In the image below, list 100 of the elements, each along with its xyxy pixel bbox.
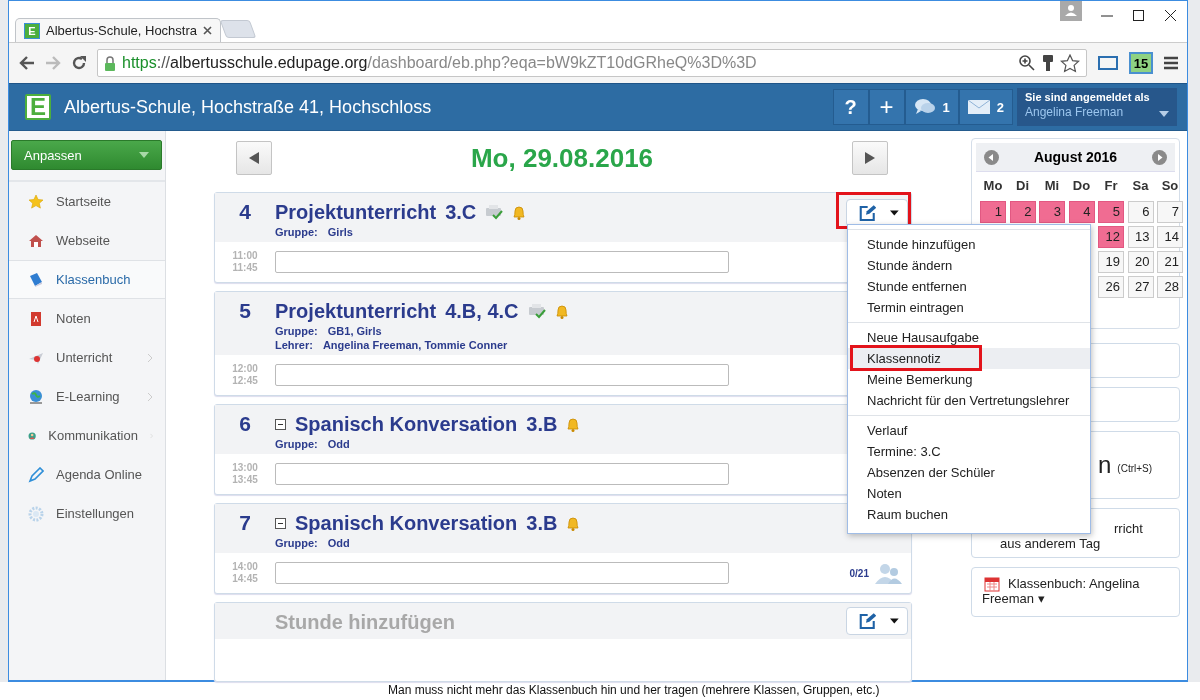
lesson-subject: Projektunterricht xyxy=(275,299,437,324)
collapse-icon[interactable] xyxy=(275,517,286,529)
menu-item[interactable]: Stunde hinzufügen xyxy=(848,234,1090,255)
edit-button[interactable] xyxy=(846,607,908,635)
calendar-day[interactable]: 19 xyxy=(1098,251,1124,273)
lesson-subject: Spanisch Konversation xyxy=(295,412,518,437)
menu-item[interactable]: Noten xyxy=(848,483,1090,504)
close-icon[interactable] xyxy=(203,26,212,35)
collapse-icon[interactable] xyxy=(275,418,286,430)
next-month-icon[interactable] xyxy=(1152,149,1167,165)
reload-icon[interactable] xyxy=(71,55,87,71)
menu-icon[interactable] xyxy=(1163,56,1179,70)
class-name: 3.C xyxy=(445,200,477,225)
mail-button[interactable]: 2 xyxy=(958,89,1013,125)
menu-item[interactable]: Absenzen der Schüler xyxy=(848,462,1090,483)
note-field[interactable] xyxy=(275,463,729,485)
sidebar-item[interactable]: E-Learning xyxy=(9,377,165,416)
user-menu[interactable]: Sie sind angemeldet als Angelina Freeman xyxy=(1017,88,1177,126)
calendar-day[interactable]: 5 xyxy=(1098,201,1124,223)
browser-tab[interactable]: E Albertus-Schule, Hochstra xyxy=(15,18,221,42)
address-bar[interactable]: https://albertusschule.edupage.org/dashboard/eb.php?eqa=bW9kZT10dGRheQ%3D%3D xyxy=(97,49,1087,77)
next-day-button[interactable] xyxy=(852,141,888,175)
menu-item[interactable]: Termin eintragen xyxy=(848,297,1090,318)
key-icon[interactable] xyxy=(1042,54,1054,72)
messages-button[interactable]: 1 xyxy=(904,89,959,125)
calendar-day[interactable]: 20 xyxy=(1127,251,1154,273)
document-text: Man muss nicht mehr das Klassenbuch hin und her tragen (mehrere Klassen, Gruppen, etc.) xyxy=(388,683,880,697)
add-button[interactable]: + xyxy=(868,89,905,125)
note-field[interactable] xyxy=(275,562,729,584)
weekday-label: So xyxy=(1160,178,1180,195)
extension-badge[interactable]: 15 xyxy=(1129,52,1153,74)
pen-icon xyxy=(28,466,44,483)
menu-item[interactable]: Meine Bemerkung xyxy=(848,369,1090,390)
menu-item[interactable]: Raum buchen xyxy=(848,504,1090,525)
calendar-day[interactable]: 26 xyxy=(1098,276,1124,298)
detail-value: Angelina Freeman, Tommie Conner xyxy=(322,338,508,352)
gear-icon xyxy=(28,505,44,522)
caret-icon xyxy=(890,210,899,216)
menu-item[interactable]: Termine: 3.C xyxy=(848,441,1090,462)
menu-item[interactable]: Nachricht für den Vertretungslehrer xyxy=(848,390,1090,411)
end-time: 11:45 xyxy=(232,262,258,274)
edit-button[interactable] xyxy=(846,199,908,227)
lesson-subject: Projektunterricht xyxy=(275,200,437,225)
calendar-day[interactable]: 13 xyxy=(1127,226,1154,248)
start-time: 13:00 xyxy=(232,462,258,474)
calendar-day[interactable]: 4 xyxy=(1068,201,1095,223)
note-field[interactable] xyxy=(275,251,729,273)
detail-value: Girls xyxy=(327,225,353,239)
sidebar-item[interactable]: Agenda Online xyxy=(9,455,165,494)
help-button[interactable]: ? xyxy=(832,89,869,125)
calendar-day[interactable]: 21 xyxy=(1157,251,1183,273)
lesson-subject: Spanisch Konversation xyxy=(295,511,518,536)
calendar-day[interactable]: 7 xyxy=(1157,201,1183,223)
menu-item[interactable]: Neue Hausaufgabe xyxy=(848,327,1090,348)
previous-day-button[interactable] xyxy=(236,141,272,175)
menu-item[interactable]: Verlauf xyxy=(848,420,1090,441)
cast-icon[interactable] xyxy=(1097,54,1119,72)
classbook-card[interactable]: Klassenbuch: Angelina Freeman ▾ xyxy=(971,567,1180,617)
menu-item[interactable]: Klassennotiz xyxy=(848,348,1090,369)
menu-item[interactable]: Stunde entfernen xyxy=(848,276,1090,297)
calendar-day[interactable]: 2 xyxy=(1009,201,1036,223)
globe-icon xyxy=(28,388,44,405)
calendar-day[interactable]: 1 xyxy=(980,201,1006,223)
calendar-day[interactable]: 12 xyxy=(1098,226,1124,248)
sidebar-item[interactable]: Noten xyxy=(9,299,165,338)
sidebar-item[interactable]: Webseite xyxy=(9,221,165,260)
calendar-day[interactable]: 6 xyxy=(1127,201,1154,223)
edit-icon xyxy=(859,203,877,223)
zoom-icon[interactable] xyxy=(1018,54,1036,72)
sidebar-item[interactable]: Klassenbuch xyxy=(9,260,165,299)
start-time: 12:00 xyxy=(232,363,258,375)
calendar-day[interactable]: 3 xyxy=(1039,201,1065,223)
calendar-day[interactable]: 27 xyxy=(1127,276,1154,298)
caret-icon xyxy=(139,152,149,158)
weekday-label: Sa xyxy=(1131,178,1150,195)
detail-label: Lehrer: xyxy=(275,338,313,352)
star-icon[interactable] xyxy=(1060,53,1080,73)
star-icon xyxy=(28,193,44,210)
triangle-right-icon xyxy=(865,152,875,164)
sidebar-item[interactable]: Kommunikation xyxy=(9,416,165,455)
sidebar-item[interactable]: Einstellungen xyxy=(9,494,165,533)
house-icon xyxy=(28,232,44,249)
menu-item[interactable]: Stunde ändern xyxy=(848,255,1090,276)
detail-label: Gruppe: xyxy=(275,324,318,338)
calendar-day[interactable]: 28 xyxy=(1157,276,1183,298)
calendar-day[interactable]: 14 xyxy=(1157,226,1183,248)
school-name: Albertus-Schule, Hochstraße 41, Hochschloss xyxy=(64,96,433,118)
detail-value: GB1, Girls xyxy=(327,324,382,338)
favicon: E xyxy=(24,22,40,39)
customize-button[interactable]: Anpassen xyxy=(11,140,162,170)
book-icon xyxy=(28,271,44,288)
calendar-icon xyxy=(984,576,1000,592)
date-heading: Mo, 29.08.2016 xyxy=(470,142,654,174)
sidebar-item[interactable]: Unterricht xyxy=(9,338,165,377)
speech-bubbles-icon xyxy=(913,98,936,116)
sidebar-item[interactable]: Startseite xyxy=(9,182,165,221)
back-icon[interactable] xyxy=(19,56,35,70)
note-field[interactable] xyxy=(275,364,729,386)
previous-month-icon[interactable] xyxy=(984,149,999,165)
lock-icon xyxy=(104,55,116,71)
